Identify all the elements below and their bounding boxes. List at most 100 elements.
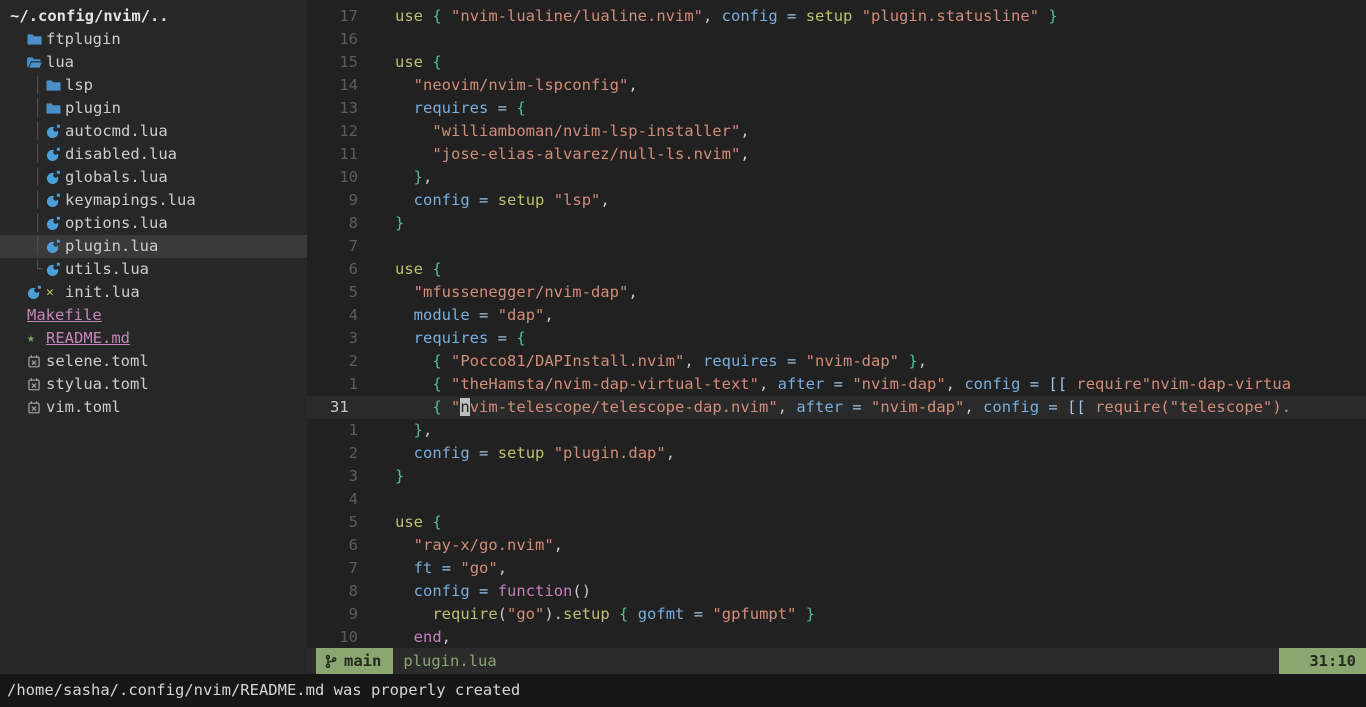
line-number: 15 xyxy=(307,51,358,74)
tree-item-label: autocmd.lua xyxy=(65,120,168,143)
tree-item-vim.toml[interactable]: vim.toml xyxy=(0,396,307,419)
editor-buffer[interactable]: 17use { "nvim-lualine/lualine.nvim", con… xyxy=(307,0,1366,648)
code-line[interactable]: 1 { "theHamsta/nvim-dap-virtual-text", a… xyxy=(307,373,1366,396)
code-line[interactable]: 5 "mfussenegger/nvim-dap", xyxy=(307,281,1366,304)
code-text: }, xyxy=(395,166,432,189)
code-line[interactable]: 4 xyxy=(307,488,1366,511)
tree-root-path: ~/.config/nvim/.. xyxy=(0,5,307,28)
cursor-position: 31:10 xyxy=(1279,648,1366,674)
code-text: module = "dap", xyxy=(395,304,554,327)
editor-pane[interactable]: 17use { "nvim-lualine/lualine.nvim", con… xyxy=(307,0,1366,674)
code-line[interactable]: 8} xyxy=(307,212,1366,235)
line-number: 11 xyxy=(307,143,358,166)
code-text: "ray-x/go.nvim", xyxy=(395,534,563,557)
code-line[interactable]: 12 "williamboman/nvim-lsp-installer", xyxy=(307,120,1366,143)
line-number: 6 xyxy=(307,258,358,281)
tree-item-keymapings.lua[interactable]: │keymapings.lua xyxy=(0,189,307,212)
code-line[interactable]: 31 { "nvim-telescope/telescope-dap.nvim"… xyxy=(307,396,1366,419)
code-line[interactable]: 7 xyxy=(307,235,1366,258)
toml-icon xyxy=(27,377,46,392)
code-text: require("go").setup { gofmt = "gpfumpt" … xyxy=(395,603,815,626)
statusline-filename: plugin.lua xyxy=(403,648,496,674)
file-tree-sidebar[interactable]: ~/.config/nvim/.. ftpluginlua│lsp│plugin… xyxy=(0,0,307,674)
tree-item-label: vim.toml xyxy=(46,396,121,419)
cursor-block: n xyxy=(460,398,469,416)
tree-item-autocmd.lua[interactable]: │ autocmd.lua xyxy=(0,120,307,143)
code-text: config = function() xyxy=(395,580,591,603)
code-line[interactable]: 6 use { xyxy=(307,258,1366,281)
code-text: "jose-elias-alvarez/null-ls.nvim", xyxy=(395,143,750,166)
code-line[interactable]: 7 ft = "go", xyxy=(307,557,1366,580)
tree-item-selene.toml[interactable]: selene.toml xyxy=(0,350,307,373)
tree-item-label: plugin xyxy=(65,97,121,120)
lua-icon xyxy=(27,285,46,300)
line-number: 8 xyxy=(307,212,358,235)
code-line[interactable]: 4 module = "dap", xyxy=(307,304,1366,327)
code-line[interactable]: 5use { xyxy=(307,511,1366,534)
line-number: 17 xyxy=(307,5,358,28)
tree-item-stylua.toml[interactable]: stylua.toml xyxy=(0,373,307,396)
code-line[interactable]: 11 "jose-elias-alvarez/null-ls.nvim", xyxy=(307,143,1366,166)
tree-item-label: init.lua xyxy=(65,281,140,304)
star-icon: ★ xyxy=(27,327,46,350)
tree-item-label: selene.toml xyxy=(46,350,149,373)
code-line[interactable]: 15use { xyxy=(307,51,1366,74)
tree-item-lsp[interactable]: │ lsp xyxy=(0,74,307,97)
code-text: end, xyxy=(395,626,451,648)
code-line[interactable]: 9 require("go").setup { gofmt = "gpfumpt… xyxy=(307,603,1366,626)
code-line[interactable]: 9 config = setup "lsp", xyxy=(307,189,1366,212)
code-line[interactable]: 2 config = setup "plugin.dap", xyxy=(307,442,1366,465)
tree-item-utils.lua[interactable]: └utils.lua xyxy=(0,258,307,281)
code-line[interactable]: 3} xyxy=(307,465,1366,488)
command-message-line: /home/sasha/.config/nvim/README.md was p… xyxy=(0,674,1366,707)
folder-icon xyxy=(46,101,65,116)
code-text: use { xyxy=(395,511,442,534)
line-number: 3 xyxy=(307,327,358,350)
folder-icon xyxy=(27,32,46,47)
code-line[interactable]: 17use { "nvim-lualine/lualine.nvim", con… xyxy=(307,5,1366,28)
tree-item-lua[interactable]: lua xyxy=(0,51,307,74)
tree-item-plugin.lua[interactable]: │ plugin.lua xyxy=(0,235,307,258)
tree-item-ftplugin[interactable]: ftplugin xyxy=(0,28,307,51)
code-line[interactable]: 13 requires = { xyxy=(307,97,1366,120)
code-line[interactable]: 1 }, xyxy=(307,419,1366,442)
tree-item-globals.lua[interactable]: │globals.lua xyxy=(0,166,307,189)
tree-item-options.lua[interactable]: │options.lua xyxy=(0,212,307,235)
line-number: 6 xyxy=(307,534,358,557)
code-line[interactable]: 6 "ray-x/go.nvim", xyxy=(307,534,1366,557)
tree-item-disabled.lua[interactable]: │disabled.lua xyxy=(0,143,307,166)
code-text: requires = { xyxy=(395,327,526,350)
tree-item-README.md[interactable]: ★README.md xyxy=(0,327,307,350)
code-text: { "Pocco81/DAPInstall.nvim", requires = … xyxy=(395,350,927,373)
code-line[interactable]: 10 end, xyxy=(307,626,1366,648)
tree-guide: │ xyxy=(33,189,46,212)
tree-guide: │ xyxy=(33,74,46,97)
tree-guide: │ xyxy=(33,143,46,166)
tree-guide: │ xyxy=(33,120,46,143)
line-number: 7 xyxy=(307,557,358,580)
code-text: }, xyxy=(395,419,432,442)
code-text: config = setup "lsp", xyxy=(395,189,610,212)
code-line[interactable]: 3 requires = { xyxy=(307,327,1366,350)
lua-icon xyxy=(46,262,65,277)
tree-item-label: plugin.lua xyxy=(65,235,158,258)
code-line[interactable]: 10 }, xyxy=(307,166,1366,189)
code-line[interactable]: 8 config = function() xyxy=(307,580,1366,603)
tree-guide: │ xyxy=(33,235,46,258)
code-line[interactable]: 16 xyxy=(307,28,1366,51)
tree-guide: └ xyxy=(33,258,46,281)
code-text: use { xyxy=(395,258,442,281)
code-line[interactable]: 2 { "Pocco81/DAPInstall.nvim", requires … xyxy=(307,350,1366,373)
line-number: 12 xyxy=(307,120,358,143)
tree-item-label: lsp xyxy=(65,74,93,97)
line-number: 9 xyxy=(307,189,358,212)
code-line[interactable]: 14 "neovim/nvim-lspconfig", xyxy=(307,74,1366,97)
tree-item-label: options.lua xyxy=(65,212,168,235)
tree-item-init.lua[interactable]: ✕init.lua xyxy=(0,281,307,304)
code-text: "mfussenegger/nvim-dap", xyxy=(395,281,638,304)
lua-icon xyxy=(46,216,65,231)
line-number: 2 xyxy=(307,442,358,465)
tree-item-plugin[interactable]: │plugin xyxy=(0,97,307,120)
tree-item-Makefile[interactable]: Makefile xyxy=(0,304,307,327)
code-text: "neovim/nvim-lspconfig", xyxy=(395,74,638,97)
